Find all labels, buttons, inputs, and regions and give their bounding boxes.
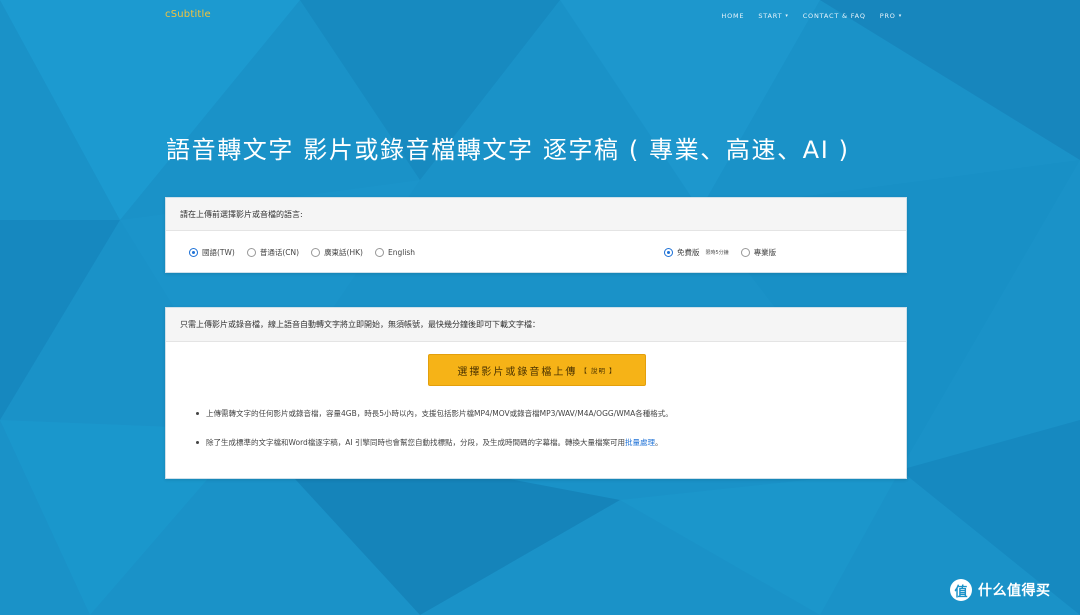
info-list: 上傳需轉文字的任何影片或錄音檔，容量4GB，時長5小時以內，支援包括影片檔MP4…	[196, 408, 673, 466]
watermark: 值 什么值得买	[950, 579, 1051, 601]
watermark-text: 什么值得买	[978, 583, 1051, 599]
radio-lang-cn[interactable]: 普通话(CN)	[246, 247, 299, 258]
language-card: 請在上傳前選擇影片或音檔的語言: 國語(TW) 普通话(CN) 廣東話(HK) …	[165, 197, 907, 273]
list-item: 上傳需轉文字的任何影片或錄音檔，容量4GB，時長5小時以內，支援包括影片檔MP4…	[196, 408, 673, 419]
radio-icon[interactable]	[374, 247, 384, 257]
upload-button[interactable]: 選擇影片或錄音檔上傳 【 說明 】	[428, 354, 646, 386]
brand-logo[interactable]: cSubtitle	[165, 9, 211, 20]
radio-icon[interactable]	[740, 247, 750, 257]
list-item: 除了生成標準的文字檔和Word檔逐字稿，AI 引擎同時也會幫您自動找標點，分段，…	[196, 437, 673, 448]
batch-processing-link[interactable]: 批量處理	[625, 438, 655, 447]
nav-pro[interactable]: PRO ▾	[880, 12, 902, 20]
page-title: 語音轉文字 影片或錄音檔轉文字 逐字稿 ( 專業、高速、AI )	[166, 136, 850, 164]
radio-selected-icon[interactable]	[664, 247, 673, 257]
upload-card-header: 只需上傳影片或錄音檔，線上語音自動轉文字將立即開始，無須帳號，最快幾分鐘後即可下…	[166, 308, 906, 342]
plan-limit-tag: 限時5分鐘	[705, 249, 729, 256]
top-navbar: cSubtitle HOME START ▾ CONTACT & FAQ PRO…	[0, 0, 1080, 32]
radio-plan-free[interactable]: 免費版 限時5分鐘	[664, 247, 729, 258]
help-note[interactable]: 【 說明 】	[580, 365, 616, 375]
upload-card: 只需上傳影片或錄音檔，線上語音自動轉文字將立即開始，無須帳號，最快幾分鐘後即可下…	[165, 307, 907, 479]
radio-lang-en[interactable]: English	[374, 247, 415, 257]
chevron-down-icon: ▾	[785, 13, 789, 19]
chevron-down-icon: ▾	[898, 13, 902, 19]
radio-icon[interactable]	[311, 247, 321, 257]
nav-home[interactable]: HOME	[721, 12, 744, 20]
radio-lang-tw[interactable]: 國語(TW)	[189, 247, 235, 258]
radio-selected-icon[interactable]	[189, 247, 198, 257]
nav-links: HOME START ▾ CONTACT & FAQ PRO ▾	[721, 12, 902, 20]
nav-start[interactable]: START ▾	[758, 12, 788, 20]
radio-lang-hk[interactable]: 廣東話(HK)	[311, 247, 363, 258]
plan-options: 免費版 限時5分鐘 專業版	[664, 231, 788, 273]
radio-icon[interactable]	[246, 247, 256, 257]
smzdm-logo-icon: 值	[950, 579, 972, 601]
language-card-header: 請在上傳前選擇影片或音檔的語言:	[166, 198, 906, 231]
radio-plan-pro[interactable]: 專業版	[740, 247, 776, 258]
language-options: 國語(TW) 普通话(CN) 廣東話(HK) English 免費版 限時5分鐘…	[166, 231, 906, 273]
nav-contact-faq[interactable]: CONTACT & FAQ	[803, 12, 866, 20]
